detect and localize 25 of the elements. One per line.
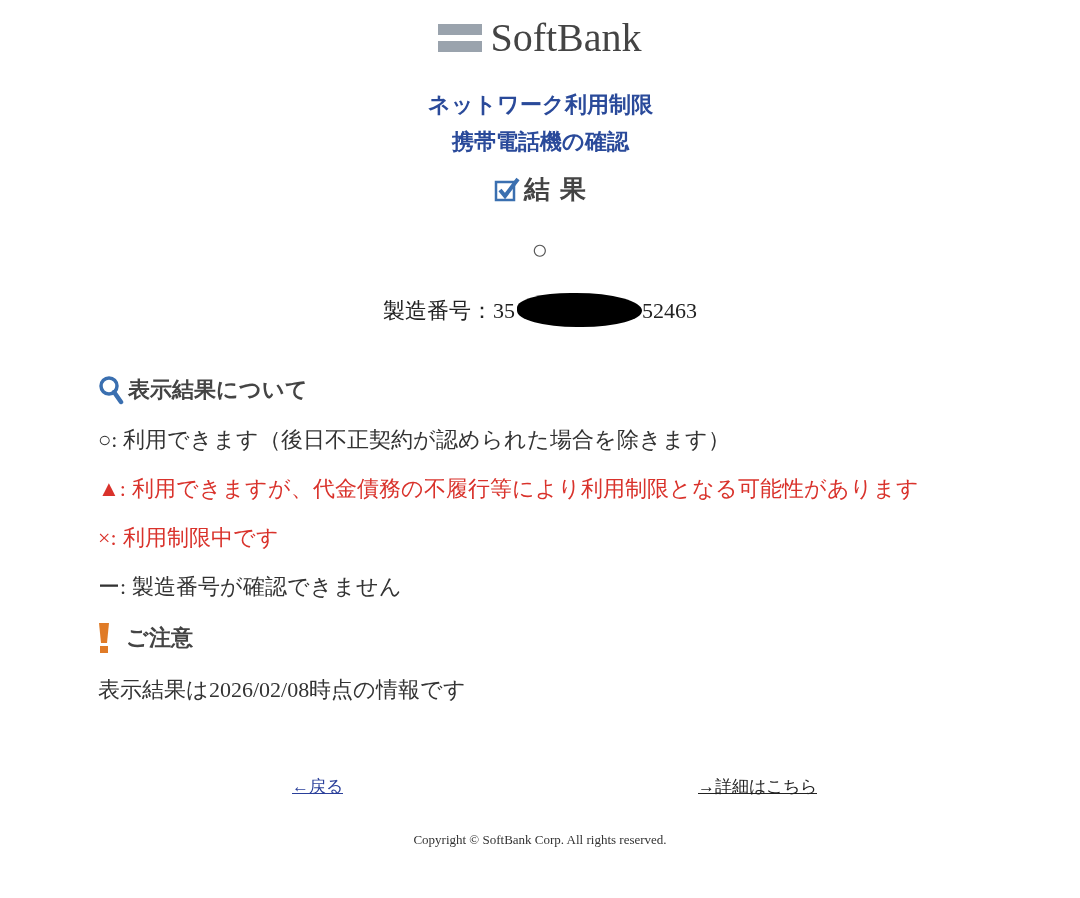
logo-text: SoftBank [490, 18, 642, 58]
logo-icon [438, 22, 483, 54]
legend-text: 利用できます（後日不正契約が認められた場合を除きます） [123, 426, 731, 454]
section-heading: 表示結果について [128, 376, 308, 404]
checkbox-icon [494, 176, 521, 203]
page-title: 携帯電話機の確認 [451, 128, 629, 156]
page-title: ネットワーク利用制限 [427, 91, 653, 119]
legend-symbol: ー: [98, 573, 127, 601]
notice-text: 表示結果は2026/02/08時点の情報です [98, 676, 468, 704]
result-heading: 結 果 [524, 173, 586, 206]
serial-label: 製造番号：35 [383, 296, 515, 325]
section-heading: ご注意 [126, 624, 193, 652]
legend-symbol: ×: [98, 524, 117, 552]
legend-symbol: ▲: [98, 475, 126, 503]
legend-text: 利用制限中です [122, 524, 279, 552]
serial-number: 52463 [642, 296, 697, 325]
legend-text: 製造番号が確認できません [132, 573, 403, 601]
copyright-text: Copyright © SoftBank Corp. All rights reserved. [413, 830, 667, 849]
exclamation-icon [98, 622, 110, 653]
details-link[interactable]: →詳細はこちら [698, 774, 817, 800]
result-symbol: ○ [531, 233, 549, 267]
back-link[interactable]: ←戻る [292, 774, 343, 800]
legend-text: 利用できますが、代金債務の不履行等により利用制限となる可能性があります [131, 475, 919, 503]
search-icon [98, 374, 124, 405]
legend-symbol: ○: [98, 426, 118, 454]
